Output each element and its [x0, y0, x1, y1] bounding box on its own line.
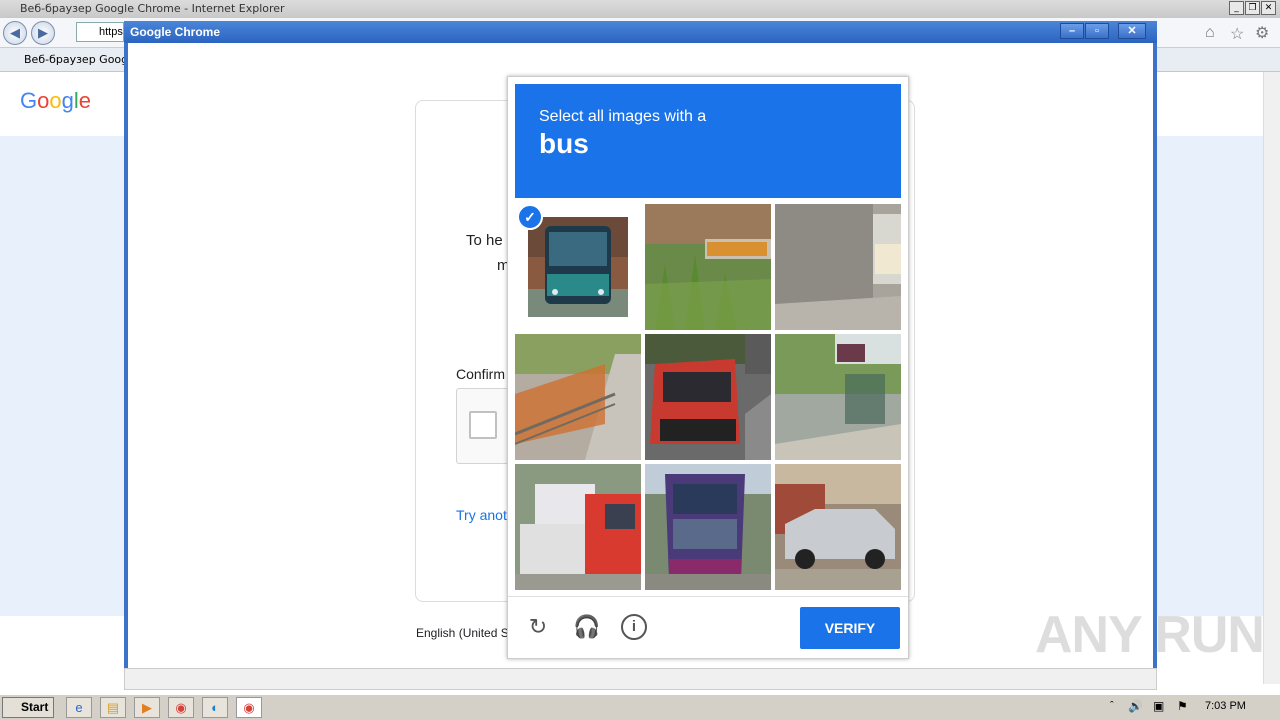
try-another-link[interactable]: Try anot [456, 507, 507, 523]
captcha-instruction: Select all images with a [539, 108, 707, 125]
captcha-tile-2[interactable] [645, 204, 771, 330]
chrome-maximize-button[interactable]: ▫ [1085, 23, 1109, 39]
chrome-taskbar-icon[interactable]: ◉ [168, 697, 194, 718]
ie-address-bar[interactable]: https [76, 22, 124, 42]
ie-taskbar-icon[interactable]: e [66, 697, 92, 718]
network-icon[interactable]: ▣ [1153, 699, 1164, 713]
ie-title-text: Веб-браузер Google Chrome - Internet Exp… [20, 2, 285, 15]
tray-arrow-icon[interactable]: ˆ [1110, 700, 1114, 712]
card-text-line1: To he [466, 232, 503, 249]
media-player-taskbar-icon[interactable]: ▶ [134, 697, 160, 718]
clock: 7:03 PM [1205, 700, 1246, 712]
start-button[interactable]: Start [2, 697, 54, 718]
info-icon[interactable]: i [621, 614, 647, 640]
captcha-target: bus [539, 128, 589, 159]
recaptcha-checkbox[interactable] [469, 411, 497, 439]
chrome-horizontal-scrollbar[interactable] [124, 668, 1157, 690]
back-icon[interactable]: ◀ [3, 21, 27, 45]
chrome-window-title: Google Chrome [130, 25, 221, 39]
chrome-minimize-button[interactable]: – [1060, 23, 1084, 39]
reload-icon[interactable]: ↻ [525, 614, 551, 640]
captcha-tile-9[interactable] [775, 464, 901, 590]
captcha-tile-5[interactable] [645, 334, 771, 460]
confirm-label: Confirm [456, 366, 506, 382]
captcha-tile-3[interactable] [775, 204, 901, 330]
selected-checkmark-icon: ✓ [517, 204, 543, 230]
chrome-close-button[interactable]: ✕ [1118, 23, 1146, 39]
ie-vertical-scrollbar[interactable] [1263, 72, 1280, 684]
flag-icon[interactable]: ⚑ [1177, 699, 1188, 713]
favorites-star-icon[interactable]: ☆ [1230, 24, 1244, 44]
language-selector[interactable]: English (United S [416, 626, 509, 640]
forward-icon[interactable]: ▶ [31, 21, 55, 45]
ie-close-button[interactable]: ✕ [1261, 1, 1276, 15]
google-chrome-logo: Google [20, 88, 92, 113]
ie-title-bar: Веб-браузер Google Chrome - Internet Exp… [0, 0, 1280, 18]
chrome-active-taskbar-icon[interactable]: ◉ [236, 697, 262, 718]
captcha-tile-4[interactable] [515, 334, 641, 460]
verify-button[interactable]: VERIFY [800, 607, 900, 649]
explorer-taskbar-icon[interactable]: ▤ [100, 697, 126, 718]
ie-maximize-button[interactable]: ❐ [1245, 1, 1260, 15]
settings-gear-icon[interactable]: ⚙ [1255, 23, 1269, 43]
captcha-tile-8[interactable] [645, 464, 771, 590]
captcha-tile-6[interactable] [775, 334, 901, 460]
ie-tab[interactable]: Веб-браузер Google [4, 50, 124, 70]
volume-icon[interactable]: 🔊 [1128, 699, 1143, 713]
captcha-tile-7[interactable] [515, 464, 641, 590]
anyrun-watermark: ANY RUN [1035, 606, 1265, 664]
ie-minimize-button[interactable]: _ [1229, 1, 1244, 15]
edge-taskbar-icon[interactable]: ◐ [202, 697, 228, 718]
chrome-window-title-bar: Google Chrome – ▫ ✕ [124, 21, 1157, 43]
home-icon[interactable]: ⌂ [1205, 24, 1215, 42]
audio-headphones-icon[interactable]: 🎧 [573, 614, 600, 640]
